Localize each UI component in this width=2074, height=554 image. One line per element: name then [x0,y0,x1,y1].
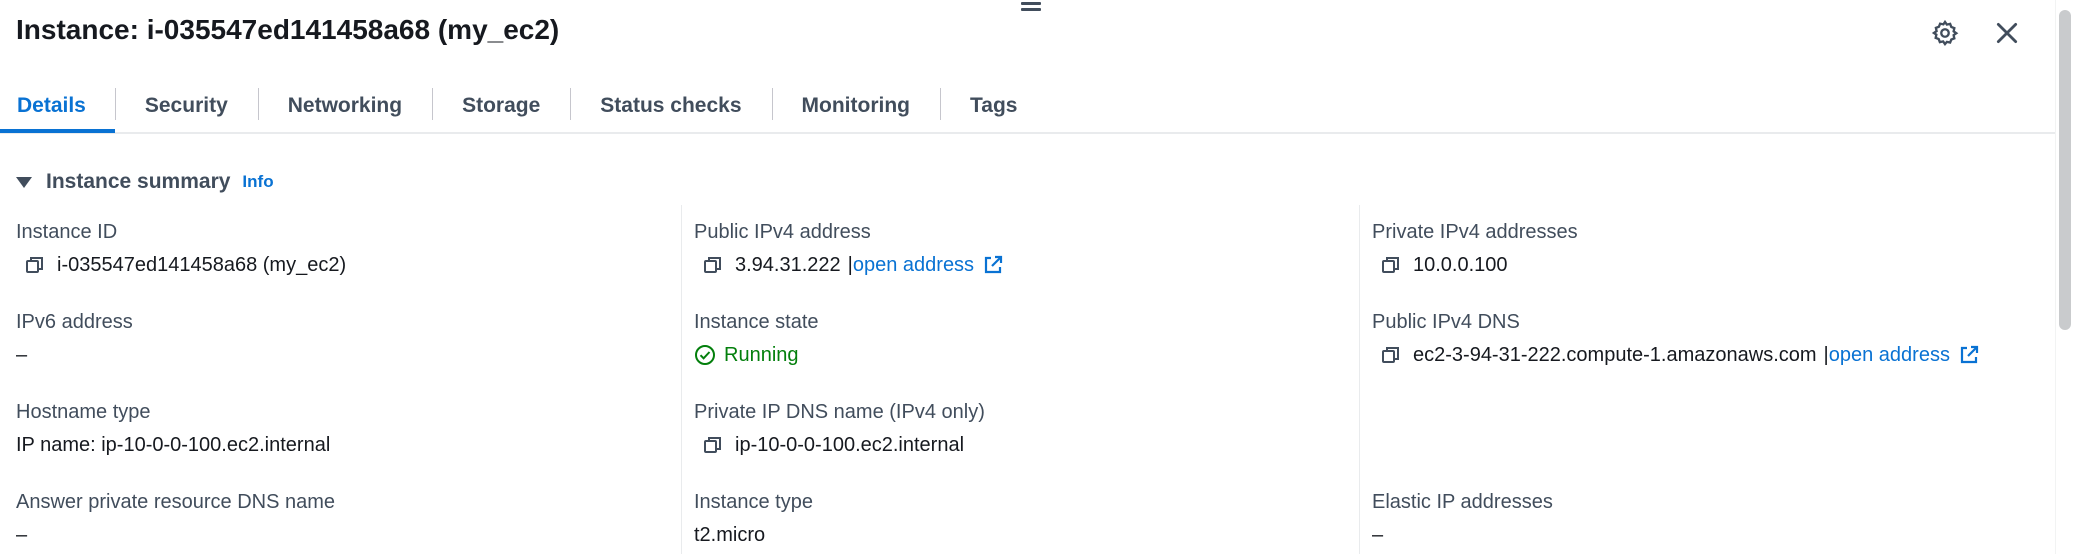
field-label: Elastic IP addresses [1372,491,1553,513]
column-divider [1359,205,1360,554]
close-icon [1996,22,2018,44]
instance-summary-grid: Instance ID i-035547ed141458a68 (my_ec2)… [0,205,2056,554]
copy-icon[interactable] [1380,344,1402,366]
summary-column-2: Public IPv4 address 3.94.31.222 | open a… [694,205,1354,554]
instance-state-value: Running [724,344,799,366]
close-button[interactable] [1990,16,2024,50]
page-title: Instance: i-035547ed141458a68 (my_ec2) [16,14,560,45]
section-title[interactable]: Instance summary [46,170,230,194]
field-value: ec2-3-94-31-222.compute-1.amazonaws.com … [1372,343,2032,367]
status-running: Running [694,343,799,367]
field-instance-type: Instance type t2.micro [694,490,1354,547]
public-dns-value: ec2-3-94-31-222.compute-1.amazonaws.com [1413,344,1817,366]
instance-summary-header: Instance summary Info [16,170,274,194]
field-label: IPv6 address [16,311,133,333]
public-ipv4-value: 3.94.31.222 [735,254,841,276]
private-ipv4-value: 10.0.0.100 [1413,254,1508,276]
tab-storage[interactable]: Storage [432,82,570,130]
field-value: Running [694,343,1354,367]
tab-networking[interactable]: Networking [257,82,432,130]
field-label: Instance ID [16,221,118,243]
tab-list: Details Security Networking Storage Stat… [0,82,2056,134]
open-address-link[interactable]: open address [853,253,974,277]
tab-details[interactable]: Details [0,82,115,133]
summary-column-1: Instance ID i-035547ed141458a68 (my_ec2)… [16,205,676,554]
tab-tags[interactable]: Tags [940,82,1047,130]
external-link-icon[interactable] [1958,344,1980,366]
collapse-caret-icon[interactable] [16,176,32,188]
field-value: t2.micro [694,524,766,546]
field-label: Private IPv4 addresses [1372,221,1578,243]
scrollbar-thumb[interactable] [2059,10,2071,330]
field-value: – [1372,524,1384,546]
settings-button[interactable] [1928,16,1962,50]
field-label: Private IP DNS name (IPv4 only) [694,401,985,423]
field-public-ipv4: Public IPv4 address 3.94.31.222 | open a… [694,220,1354,277]
private-ip-dns-value: ip-10-0-0-100.ec2.internal [735,434,965,456]
field-public-dns: Public IPv4 DNS ec2-3-94-31-222.compute-… [1372,310,2032,367]
field-label: Instance type [694,491,813,513]
tab-security[interactable]: Security [114,82,258,130]
copy-icon[interactable] [702,434,724,456]
field-label: Answer private resource DNS name [16,491,336,513]
field-instance-id: Instance ID i-035547ed141458a68 (my_ec2) [16,220,676,277]
field-ipv6-address: IPv6 address – [16,310,676,367]
field-hostname-type: Hostname type IP name: ip-10-0-0-100.ec2… [16,400,676,457]
vertical-scrollbar[interactable] [2055,0,2074,554]
column-divider [681,205,682,554]
gear-icon [1931,19,1959,46]
copy-icon[interactable] [1380,254,1402,276]
drag-handle-icon[interactable] [1021,2,1041,16]
external-link-icon[interactable] [982,254,1004,276]
copy-icon[interactable] [702,254,724,276]
field-value: – [16,344,28,366]
field-value: 10.0.0.100 [1372,253,2032,277]
check-circle-icon [695,345,715,365]
field-elastic-ip: Elastic IP addresses – [1372,490,2032,547]
open-address-link[interactable]: open address [1829,343,1950,367]
info-link[interactable]: Info [242,172,273,192]
field-value: – [16,524,28,546]
tab-monitoring[interactable]: Monitoring [771,82,940,130]
tab-status-checks[interactable]: Status checks [570,82,771,130]
summary-column-3: Private IPv4 addresses 10.0.0.100 Public… [1372,205,2032,554]
instance-id-value: i-035547ed141458a68 (my_ec2) [57,254,347,276]
field-label: Hostname type [16,401,151,423]
field-label: Public IPv4 address [694,221,871,243]
copy-icon[interactable] [24,254,46,276]
instance-details-panel: Instance: i-035547ed141458a68 (my_ec2) D… [0,0,2074,554]
field-private-ipv4: Private IPv4 addresses 10.0.0.100 [1372,220,2032,277]
field-answer-dns: Answer private resource DNS name – [16,490,676,547]
field-value: i-035547ed141458a68 (my_ec2) [16,253,676,277]
field-value: 3.94.31.222 | open address [694,253,1354,277]
field-value: ip-10-0-0-100.ec2.internal [694,433,1354,457]
header-actions [1928,16,2024,50]
field-value: IP name: ip-10-0-0-100.ec2.internal [16,434,331,456]
field-instance-state: Instance state Running [694,310,1354,367]
field-label: Public IPv4 DNS [1372,311,1520,333]
field-private-ip-dns: Private IP DNS name (IPv4 only) ip-10-0-… [694,400,1354,457]
field-label: Instance state [694,311,819,333]
